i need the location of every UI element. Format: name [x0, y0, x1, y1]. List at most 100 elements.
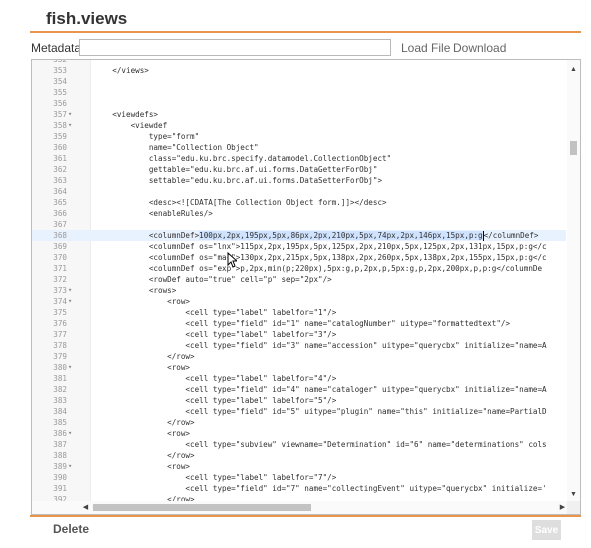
code-line[interactable]: 365 <desc><![CDATA[The Collection Object… — [32, 197, 566, 208]
horizontal-scrollbar[interactable]: ◀ ▶ — [32, 501, 569, 514]
code-line[interactable]: 358 ▾ <viewdef — [32, 120, 566, 131]
scroll-up-icon[interactable]: ▲ — [567, 63, 580, 76]
code-segment: <cell type="label" labelfor="7"/> — [94, 473, 337, 482]
code-segment: <cell type="subview" viewname="Determina… — [94, 440, 547, 449]
code-text: <cell type="field" id="7" name="collecti… — [94, 483, 566, 494]
code-lines[interactable]: 352 353 </views> 354 355 356 357 ▾ <viewdefs> 3… — [32, 60, 566, 514]
code-segment: </row> — [94, 352, 195, 361]
vertical-scrollbar[interactable]: ▲ ▼ — [567, 60, 580, 503]
line-number: 388 — [53, 451, 67, 460]
code-line[interactable]: 361 class="edu.ku.brc.specify.datamodel.… — [32, 153, 566, 164]
vertical-scroll-thumb[interactable] — [570, 141, 577, 155]
code-line[interactable]: 384 <cell type="field" id="5" uitype="pl… — [32, 406, 566, 417]
code-line[interactable]: 369 <columnDef os="lnx">115px,2px,195px,… — [32, 241, 566, 252]
code-line[interactable]: 383 <cell type="label" labelfor="5"/> — [32, 395, 566, 406]
code-text: </row> — [94, 351, 566, 362]
code-line[interactable]: 355 — [32, 87, 566, 98]
code-line[interactable]: 388 </row> — [32, 450, 566, 461]
code-line[interactable]: 363 settable="edu.ku.brc.af.ui.forms.Dat… — [32, 175, 566, 186]
code-text: <cell type="label" labelfor="3"/> — [94, 329, 566, 340]
code-line[interactable]: 375 <cell type="label" labelfor="1"/> — [32, 307, 566, 318]
code-editor[interactable]: 352 353 </views> 354 355 356 357 ▾ <viewdefs> 3… — [31, 59, 581, 515]
code-segment: <rows> — [94, 286, 177, 295]
fold-arrow-icon[interactable]: ▾ — [68, 120, 76, 131]
code-line[interactable]: 380 ▾ <row> — [32, 362, 566, 373]
code-line[interactable]: 356 — [32, 98, 566, 109]
fold-arrow-icon[interactable]: ▾ — [68, 362, 76, 373]
code-line[interactable]: 368 <columnDef>100px,2px,195px,5px,86px,… — [32, 230, 566, 241]
code-line[interactable]: 377 <cell type="label" labelfor="3"/> — [32, 329, 566, 340]
code-segment: <viewdefs> — [94, 110, 159, 119]
line-number: 356 — [53, 99, 67, 108]
fold-arrow-icon[interactable]: ▾ — [68, 428, 76, 439]
line-number: 369 — [53, 242, 67, 251]
code-line[interactable]: 360 name="Collection Object" — [32, 142, 566, 153]
code-line[interactable]: 367 — [32, 219, 566, 230]
code-line[interactable]: 372 <rowDef auto="true" cell="p" sep="2p… — [32, 274, 566, 285]
load-file-link[interactable]: Load File — [401, 41, 450, 55]
code-line[interactable]: 359 type="form" — [32, 131, 566, 142]
code-line[interactable]: 364 — [32, 186, 566, 197]
line-number: 359 — [53, 132, 67, 141]
selected-text: 100px,2px,195px,5px,86px,2px,210px,5px,7… — [199, 231, 483, 240]
code-line[interactable]: 389 ▾ <row> — [32, 461, 566, 472]
code-segment: </columnDef> — [483, 231, 539, 240]
code-segment: <cell type="field" id="5" uitype="plugin… — [94, 407, 547, 416]
code-line[interactable]: 390 <cell type="label" labelfor="7"/> — [32, 472, 566, 483]
save-button[interactable]: Save — [532, 520, 561, 540]
code-text: settable="edu.ku.brc.af.ui.forms.DataSet… — [94, 175, 566, 186]
code-text: name="Collection Object" — [94, 142, 566, 153]
delete-button[interactable]: Delete — [53, 522, 89, 536]
line-number: 368 — [53, 231, 67, 240]
code-segment: </row> — [94, 418, 195, 427]
code-segment: <cell type="label" labelfor="5"/> — [94, 396, 337, 405]
code-line[interactable]: 366 <enableRules/> — [32, 208, 566, 219]
line-number: 358 — [53, 121, 67, 130]
line-number: 391 — [53, 484, 67, 493]
code-text: <rows> — [94, 285, 566, 296]
metadata-input[interactable] — [79, 39, 391, 56]
fold-arrow-icon[interactable]: ▾ — [68, 461, 76, 472]
fold-arrow-icon[interactable]: ▾ — [68, 109, 76, 120]
code-line[interactable]: 373 ▾ <rows> — [32, 285, 566, 296]
code-text: <columnDef os="mac">130px,2px,215px,5px,… — [94, 252, 566, 263]
code-line[interactable]: 379 </row> — [32, 351, 566, 362]
code-line[interactable]: 371 <columnDef os="exp">p,2px,min(p;220p… — [32, 263, 566, 274]
code-line[interactable]: 374 ▾ <row> — [32, 296, 566, 307]
code-segment: <columnDef os="lnx">115px,2px,195px,5px,… — [94, 242, 547, 251]
code-line[interactable]: 387 <cell type="subview" viewname="Deter… — [32, 439, 566, 450]
line-number: 384 — [53, 407, 67, 416]
horizontal-scroll-thumb[interactable] — [93, 504, 311, 511]
code-line[interactable]: 376 <cell type="field" id="1" name="cata… — [32, 318, 566, 329]
code-line[interactable]: 381 <cell type="label" labelfor="4"/> — [32, 373, 566, 384]
fold-arrow-icon[interactable]: ▾ — [68, 296, 76, 307]
code-text: <columnDef>100px,2px,195px,5px,86px,2px,… — [94, 230, 566, 241]
code-line[interactable]: 386 ▾ <row> — [32, 428, 566, 439]
code-segment: <cell type="field" id="7" name="collecti… — [94, 484, 547, 493]
code-line[interactable]: 353 </views> — [32, 65, 566, 76]
code-line[interactable]: 391 <cell type="field" id="7" name="coll… — [32, 483, 566, 494]
code-segment: <cell type="label" labelfor="4"/> — [94, 374, 337, 383]
code-segment: </row> — [94, 451, 195, 460]
code-text: <row> — [94, 461, 566, 472]
code-line[interactable]: 385 </row> — [32, 417, 566, 428]
code-line[interactable]: 357 ▾ <viewdefs> — [32, 109, 566, 120]
download-link[interactable]: Download — [453, 41, 506, 55]
code-text: <cell type="field" id="3" name="accessio… — [94, 340, 566, 351]
code-line[interactable]: 370 <columnDef os="mac">130px,2px,215px,… — [32, 252, 566, 263]
code-line[interactable]: 362 gettable="edu.ku.brc.af.ui.forms.Dat… — [32, 164, 566, 175]
code-text: <viewdef — [94, 120, 566, 131]
line-number: 386 — [53, 429, 67, 438]
code-text: <viewdefs> — [94, 109, 566, 120]
fold-arrow-icon[interactable]: ▾ — [68, 285, 76, 296]
code-line[interactable]: 378 <cell type="field" id="3" name="acce… — [32, 340, 566, 351]
scroll-corner — [567, 501, 580, 514]
line-number: 355 — [53, 88, 67, 97]
scroll-left-icon[interactable]: ◀ — [79, 501, 92, 514]
code-line[interactable]: 382 <cell type="field" id="4" name="cata… — [32, 384, 566, 395]
scroll-down-icon[interactable]: ▼ — [567, 488, 580, 501]
code-segment: <viewdef — [94, 121, 168, 130]
code-text: <rowDef auto="true" cell="p" sep="2px"/> — [94, 274, 566, 285]
code-text: </views> — [94, 65, 566, 76]
code-line[interactable]: 354 — [32, 76, 566, 87]
